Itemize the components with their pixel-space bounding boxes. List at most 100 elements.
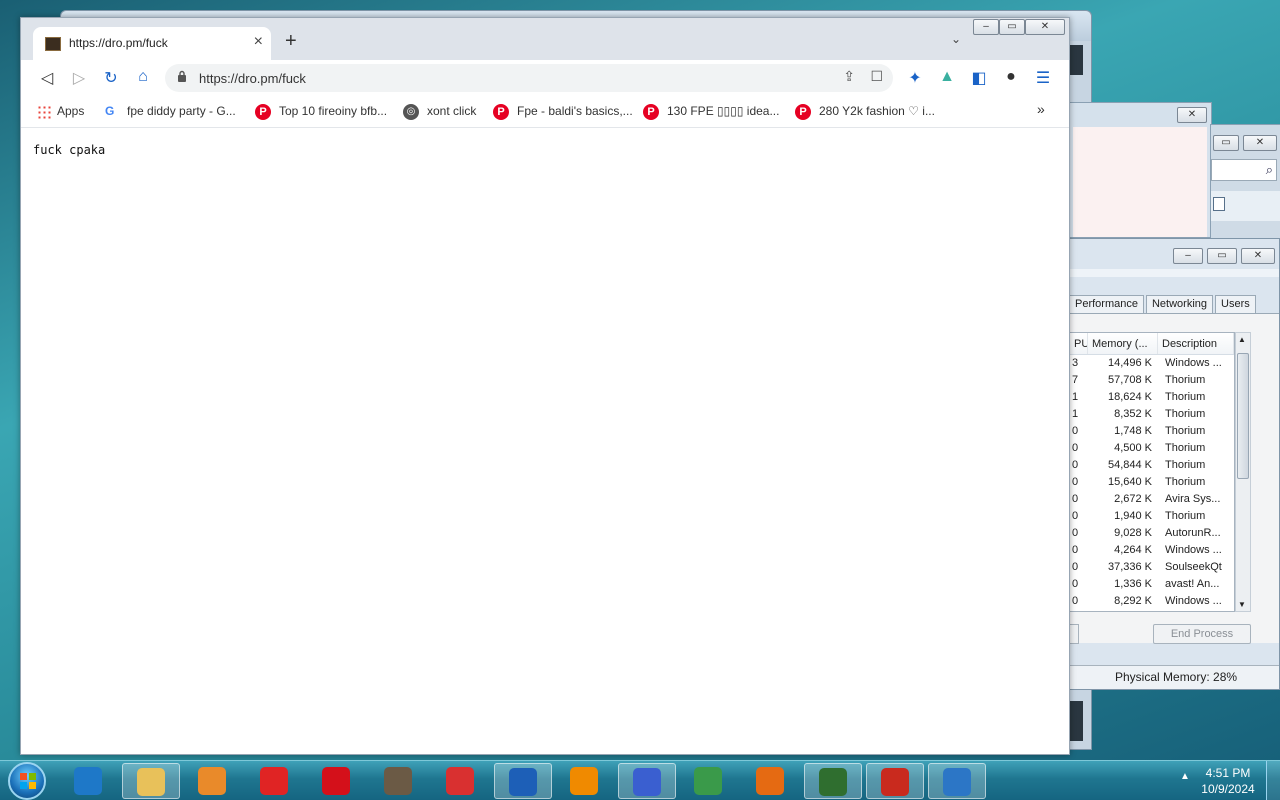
- back-icon[interactable]: ◁: [37, 68, 57, 88]
- table-row[interactable]: 0 4,500 K Thorium: [1070, 440, 1234, 457]
- scroll-up-icon[interactable]: ▲: [1238, 335, 1246, 344]
- taskbar-button[interactable]: [60, 763, 118, 799]
- taskbar-button[interactable]: [680, 763, 738, 799]
- table-row[interactable]: 0 4,264 K Windows ...: [1070, 542, 1234, 559]
- maximize-icon[interactable]: ▭: [999, 19, 1025, 35]
- bookmark-item[interactable]: P 130 FPE ▯▯▯▯ idea...: [643, 104, 779, 120]
- tab-performance[interactable]: Performance: [1069, 295, 1144, 313]
- taskbar-button[interactable]: [866, 763, 924, 799]
- taskbar-button[interactable]: [742, 763, 800, 799]
- table-row[interactable]: 0 1,748 K Thorium: [1070, 423, 1234, 440]
- table-row[interactable]: 0 54,844 K Thorium: [1070, 457, 1234, 474]
- bookmarks-overflow-icon[interactable]: »: [1037, 101, 1045, 117]
- table-row[interactable]: 7 57,708 K Thorium: [1070, 372, 1234, 389]
- cell-description: Thorium: [1165, 442, 1206, 454]
- taskbar-button[interactable]: [804, 763, 862, 799]
- column-cpu[interactable]: PU: [1070, 333, 1088, 354]
- search-icon[interactable]: ⌕: [1266, 162, 1273, 178]
- forward-icon[interactable]: ▷: [69, 68, 89, 88]
- minimize-icon[interactable]: –: [1173, 248, 1203, 264]
- start-button[interactable]: [8, 762, 46, 800]
- bookmark-item[interactable]: P Top 10 fireoiny bfb...: [255, 104, 387, 120]
- close-icon[interactable]: ✕: [1243, 135, 1277, 151]
- menu-icon[interactable]: ☰: [1033, 68, 1053, 88]
- view-pane-icon[interactable]: [1213, 197, 1225, 211]
- scrollbar-thumb[interactable]: [1237, 353, 1249, 479]
- tray-expand-icon[interactable]: ▲: [1180, 771, 1190, 782]
- gimp-icon: [384, 767, 412, 795]
- taskbar-button[interactable]: [556, 763, 614, 799]
- system-clock[interactable]: 4:51 PM 10/9/2024: [1198, 765, 1258, 797]
- small-dialog-window[interactable]: ✕: [1068, 102, 1212, 238]
- bookmark-apps[interactable]: Apps: [37, 104, 84, 119]
- cell-cpu: 0: [1072, 459, 1079, 471]
- home-icon[interactable]: ⌂: [133, 68, 153, 86]
- share-icon[interactable]: ⇪: [843, 68, 855, 85]
- address-bar[interactable]: https://dro.pm/fuck ⇪ ☐: [165, 64, 893, 92]
- profile-avatar-icon[interactable]: ●: [1001, 68, 1021, 86]
- explorer-window[interactable]: ▭ ✕ ⌕ ?: [1210, 124, 1280, 277]
- close-icon[interactable]: ✕: [1177, 107, 1207, 123]
- cell-memory: 4,264 K: [1114, 544, 1152, 556]
- maximize-icon[interactable]: ▭: [1213, 135, 1239, 151]
- show-processes-button[interactable]: [1069, 624, 1079, 644]
- cell-memory: 9,028 K: [1114, 527, 1152, 539]
- table-row[interactable]: 3 14,496 K Windows ...: [1070, 355, 1234, 372]
- taskbar-button[interactable]: [246, 763, 304, 799]
- close-icon[interactable]: ✕: [1241, 248, 1275, 264]
- taskbar-button[interactable]: [494, 763, 552, 799]
- reload-icon[interactable]: ↻: [101, 68, 121, 88]
- bookmark-item[interactable]: P 280 Y2k fashion ♡ i...: [795, 104, 935, 120]
- lock-icon[interactable]: [177, 70, 187, 82]
- search-input[interactable]: ⌕: [1211, 159, 1277, 181]
- bookmark-item[interactable]: Gfpe diddy party - G...: [105, 104, 236, 118]
- tab-title: https://dro.pm/fuck: [69, 36, 168, 50]
- process-list[interactable]: PU Memory (... Description 3 14,496 K Wind…: [1069, 332, 1235, 612]
- column-description[interactable]: Description: [1158, 333, 1234, 354]
- extensions-icon[interactable]: ✦: [905, 68, 925, 88]
- table-row[interactable]: 0 1,940 K Thorium: [1070, 508, 1234, 525]
- maximize-icon[interactable]: ▭: [1207, 248, 1237, 264]
- browser-toolbar: ◁ ▷ ↻ ⌂ https://dro.pm/fuck ⇪ ☐ ✦ ▲ ◧ ● …: [21, 60, 1069, 96]
- taskbar-button[interactable]: [184, 763, 242, 799]
- url-text[interactable]: https://dro.pm/fuck: [199, 71, 306, 86]
- column-memory[interactable]: Memory (...: [1088, 333, 1158, 354]
- browser-window[interactable]: https://dro.pm/fuck × + ⌄ – ▭ ✕ ◁ ▷ ↻ ⌂ …: [20, 17, 1070, 755]
- taskbar-button[interactable]: [122, 763, 180, 799]
- globe-icon: ◎: [403, 104, 419, 120]
- chevron-down-icon[interactable]: ⌄: [951, 32, 961, 46]
- close-tab-icon[interactable]: ×: [254, 33, 263, 51]
- bookmark-item[interactable]: ◎ xont click: [403, 104, 476, 120]
- show-desktop-button[interactable]: [1266, 761, 1280, 800]
- extension-app-icon[interactable]: ▲: [937, 68, 957, 86]
- table-row[interactable]: 0 2,672 K Avira Sys...: [1070, 491, 1234, 508]
- table-row[interactable]: 1 18,624 K Thorium: [1070, 389, 1234, 406]
- cell-cpu: 0: [1072, 544, 1079, 556]
- tab-users[interactable]: Users: [1215, 295, 1256, 313]
- taskbar-button[interactable]: [928, 763, 986, 799]
- table-row[interactable]: 0 15,640 K Thorium: [1070, 474, 1234, 491]
- table-row[interactable]: 0 8,292 K Windows ...: [1070, 593, 1234, 610]
- table-row[interactable]: 0 37,336 K SoulseekQt: [1070, 559, 1234, 576]
- table-row[interactable]: 0 1,336 K avast! An...: [1070, 576, 1234, 593]
- angry-bird-icon: [881, 768, 909, 796]
- table-row[interactable]: 1 8,352 K Thorium: [1070, 406, 1234, 423]
- process-list-scrollbar[interactable]: ▲ ▼: [1235, 332, 1251, 612]
- cell-memory: 15,640 K: [1107, 476, 1152, 488]
- bookmark-star-icon[interactable]: ☐: [870, 68, 883, 85]
- taskbar-button[interactable]: [618, 763, 676, 799]
- tab-networking[interactable]: Networking: [1145, 295, 1214, 313]
- bookmark-item[interactable]: P Fpe - baldi's basics,...: [493, 104, 633, 120]
- taskbar-button[interactable]: [432, 763, 490, 799]
- browser-tab[interactable]: https://dro.pm/fuck ×: [33, 27, 271, 60]
- taskbar-button[interactable]: [308, 763, 366, 799]
- minimize-icon[interactable]: –: [973, 19, 999, 35]
- taskbar-button[interactable]: [370, 763, 428, 799]
- new-tab-icon[interactable]: +: [285, 30, 297, 53]
- table-row[interactable]: 0 9,028 K AutorunR...: [1070, 525, 1234, 542]
- side-panel-icon[interactable]: ◧: [969, 68, 989, 88]
- close-icon[interactable]: ✕: [1025, 19, 1065, 35]
- scroll-down-icon[interactable]: ▼: [1238, 600, 1246, 609]
- end-process-button[interactable]: End Process: [1153, 624, 1251, 644]
- task-manager-window[interactable]: – ▭ ✕ Performance Networking Users PU Me…: [1068, 238, 1280, 690]
